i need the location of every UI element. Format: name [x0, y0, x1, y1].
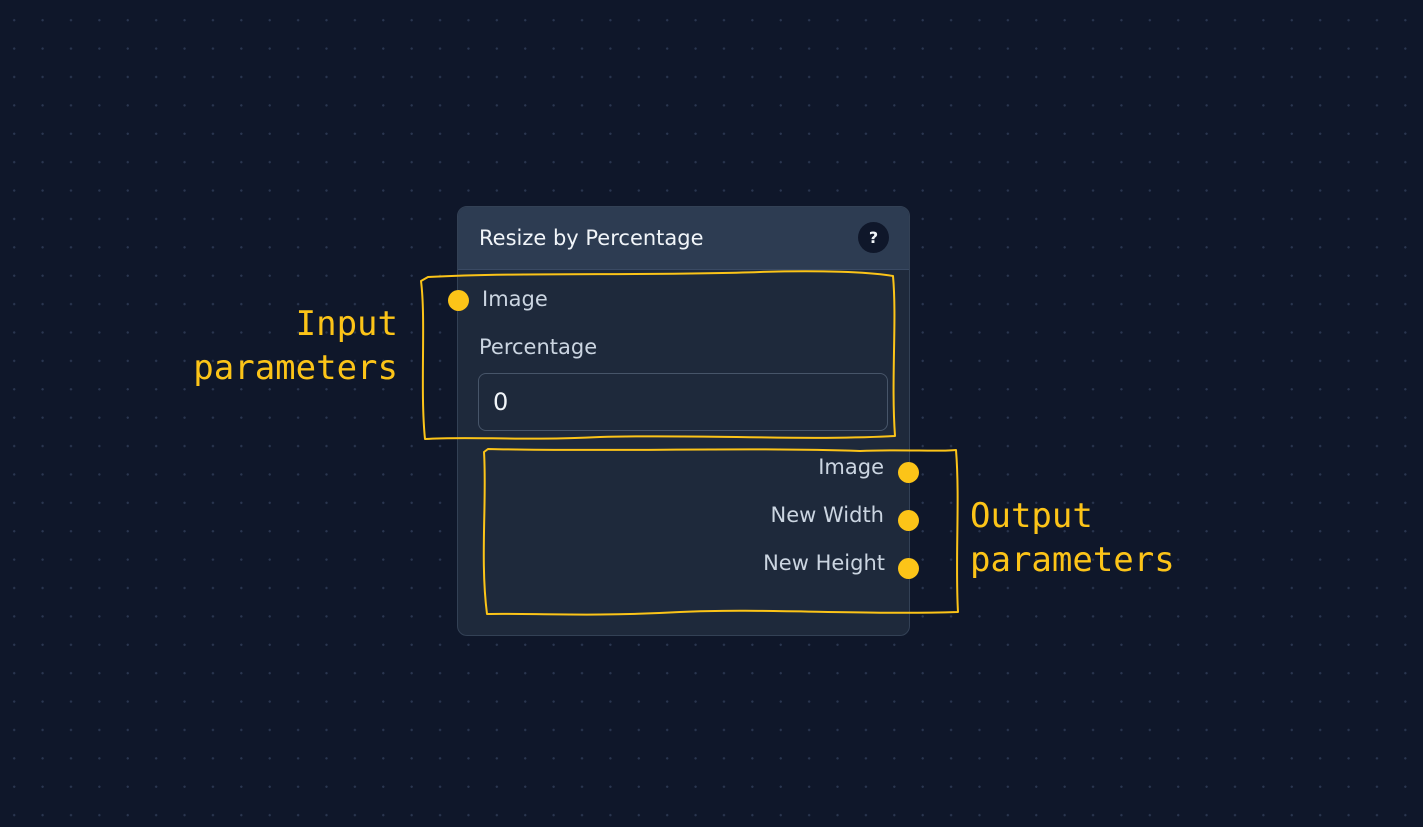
output-new-height-handle[interactable]	[898, 558, 919, 579]
output-new-height-label: New Height	[763, 551, 885, 575]
node-header[interactable]: Resize by Percentage ?	[458, 207, 909, 270]
output-image-handle[interactable]	[898, 462, 919, 483]
output-annotation-line2: parameters	[970, 540, 1175, 580]
output-image-label: Image	[818, 455, 884, 479]
output-new-width-handle[interactable]	[898, 510, 919, 531]
output-parameters-annotation: Output parameters	[970, 494, 1175, 582]
input-annotation-line2: parameters	[193, 348, 398, 388]
help-button[interactable]: ?	[858, 222, 889, 253]
input-image-handle[interactable]	[448, 290, 469, 311]
input-annotation-line1: Input	[295, 304, 398, 344]
input-parameters-annotation: Input parameters	[193, 302, 398, 390]
output-annotation-line1: Output	[970, 496, 1093, 536]
input-image-label: Image	[482, 287, 548, 311]
percentage-input[interactable]	[478, 373, 888, 431]
node-title: Resize by Percentage	[479, 226, 704, 250]
output-new-width-label: New Width	[770, 503, 885, 527]
percentage-label: Percentage	[479, 335, 598, 359]
